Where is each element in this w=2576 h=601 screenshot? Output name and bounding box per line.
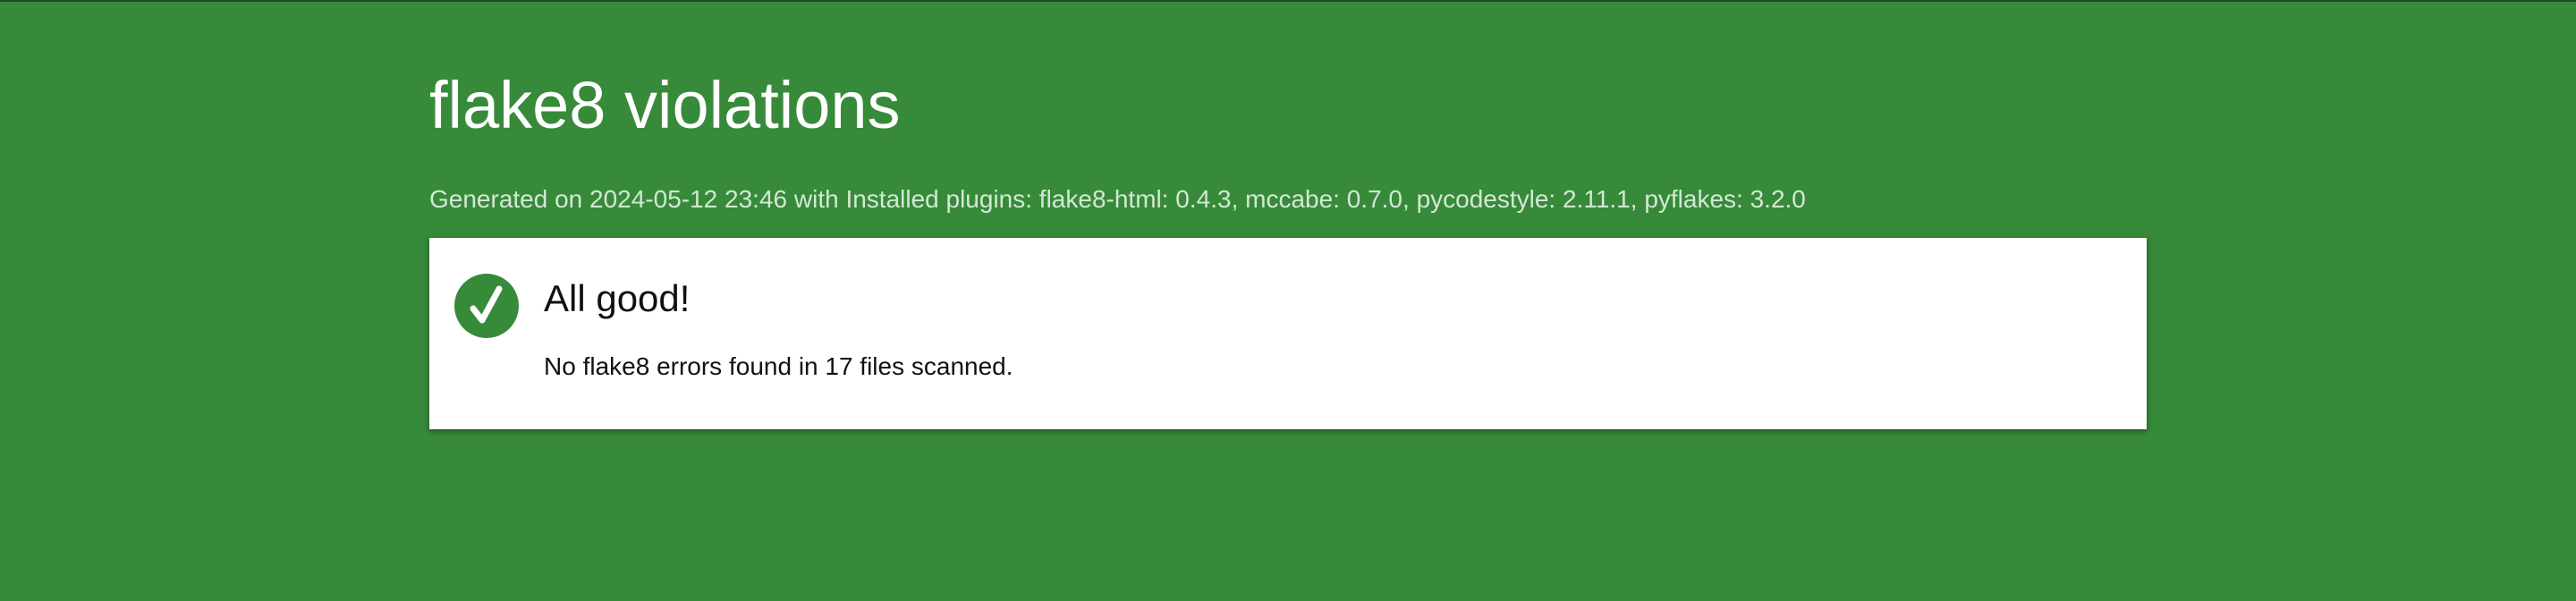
result-card: All good! No flake8 errors found in 17 f… <box>429 238 2147 429</box>
result-message: No flake8 errors found in 17 files scann… <box>544 352 1013 380</box>
result-heading: All good! <box>544 277 691 319</box>
check-circle-icon <box>454 274 519 338</box>
generated-info: Generated on 2024-05-12 23:46 with Insta… <box>429 185 1806 213</box>
report-page: flake8 violations Generated on 2024-05-1… <box>0 2 2576 601</box>
page-title: flake8 violations <box>429 68 901 142</box>
